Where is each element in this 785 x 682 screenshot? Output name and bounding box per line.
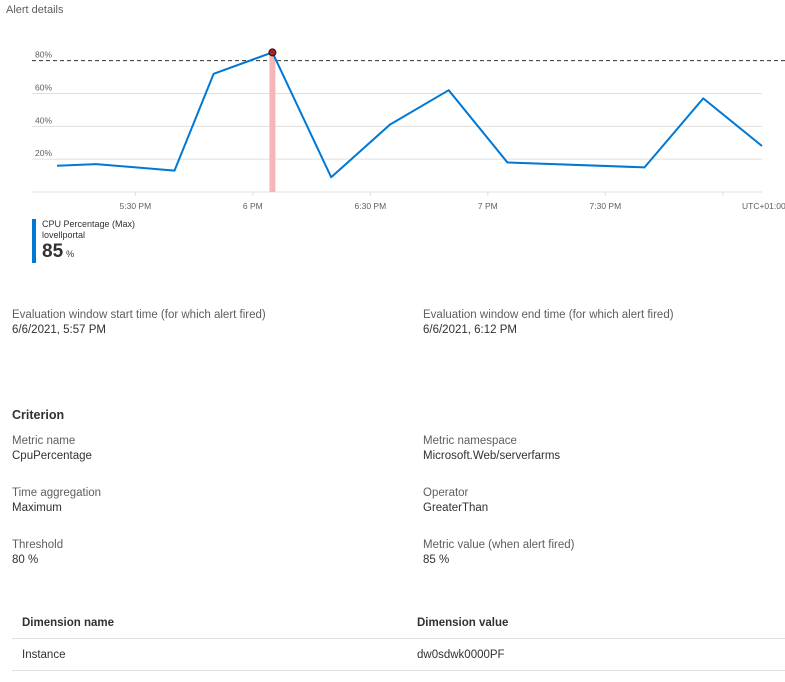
threshold-label: Threshold xyxy=(12,539,64,551)
metric-value-fired-label: Metric value (when alert fired) xyxy=(423,539,575,551)
metric-namespace-label: Metric namespace xyxy=(423,435,517,447)
criterion-title: Criterion xyxy=(12,408,65,422)
evaluation-end-value: 6/6/2021, 6:12 PM xyxy=(423,324,517,336)
legend-value: 85 xyxy=(42,241,64,262)
y-tick-label: 20% xyxy=(35,148,52,158)
series-line xyxy=(56,51,763,179)
legend-resource-name: lovellportal xyxy=(42,230,86,240)
legend-unit: % xyxy=(66,249,75,259)
metric-namespace: Metric namespace Microsoft.Web/serverfar… xyxy=(423,434,560,464)
x-tick-label: 7 PM xyxy=(478,201,498,211)
table-row: Instance dw0sdwk0000PF xyxy=(12,638,785,671)
x-tick-label: 6 PM xyxy=(243,201,263,211)
alert-band xyxy=(269,52,276,192)
time-aggregation-value: Maximum xyxy=(12,502,62,514)
metric-name-value: CpuPercentage xyxy=(12,450,92,462)
operator: Operator GreaterThan xyxy=(423,486,488,516)
x-tick-label: 6:30 PM xyxy=(355,201,387,211)
evaluation-start-label: Evaluation window start time (for which … xyxy=(12,309,266,321)
time-aggregation: Time aggregation Maximum xyxy=(12,486,101,516)
metric-name-label: Metric name xyxy=(12,435,76,447)
metric-value-fired: Metric value (when alert fired) 85 % xyxy=(423,538,574,568)
evaluation-end: Evaluation window end time (for which al… xyxy=(423,308,674,338)
legend-metric-label: CPU Percentage (Max) xyxy=(42,219,136,229)
evaluation-start: Evaluation window start time (for which … xyxy=(12,308,266,338)
dimension-name-cell: Instance xyxy=(12,638,407,671)
metric-chart: 20% 40% 60% 80% 5:30 PM 6 PM 6:30 PM 7 PM 7:30 … xyxy=(32,48,785,211)
alert-details-title: Alert details xyxy=(6,4,64,16)
y-tick-label: 40% xyxy=(35,115,52,125)
metric-namespace-value: Microsoft.Web/serverfarms xyxy=(423,450,561,462)
metric-value-fired-value: 85 % xyxy=(423,554,450,566)
y-tick-label: 80% xyxy=(35,50,52,60)
x-tick-label: 7:30 PM xyxy=(590,201,622,211)
operator-label: Operator xyxy=(423,487,469,499)
threshold: Threshold 80 % xyxy=(12,538,63,568)
chart-legend: CPU Percentage (Max) lovellportal 85 % xyxy=(32,219,135,263)
dimensions-header-row: Dimension name Dimension value xyxy=(12,608,785,639)
x-tick-label: 5:30 PM xyxy=(120,201,152,211)
alert-point xyxy=(268,48,277,57)
dimension-value-cell: dw0sdwk0000PF xyxy=(407,638,785,671)
operator-value: GreaterThan xyxy=(423,502,489,514)
x-tick-label: UTC+01:00 xyxy=(742,201,785,211)
dimensions-table: Dimension name Dimension value Instance … xyxy=(12,608,785,671)
evaluation-start-value: 6/6/2021, 5:57 PM xyxy=(12,324,106,336)
evaluation-end-label: Evaluation window end time (for which al… xyxy=(423,309,674,321)
dimension-value-header: Dimension value xyxy=(407,608,785,639)
metric-name: Metric name CpuPercentage xyxy=(12,434,92,464)
time-aggregation-label: Time aggregation xyxy=(12,487,102,499)
dimension-name-header: Dimension name xyxy=(12,608,407,639)
y-tick-label: 60% xyxy=(35,82,52,92)
threshold-value: 80 % xyxy=(12,554,39,566)
